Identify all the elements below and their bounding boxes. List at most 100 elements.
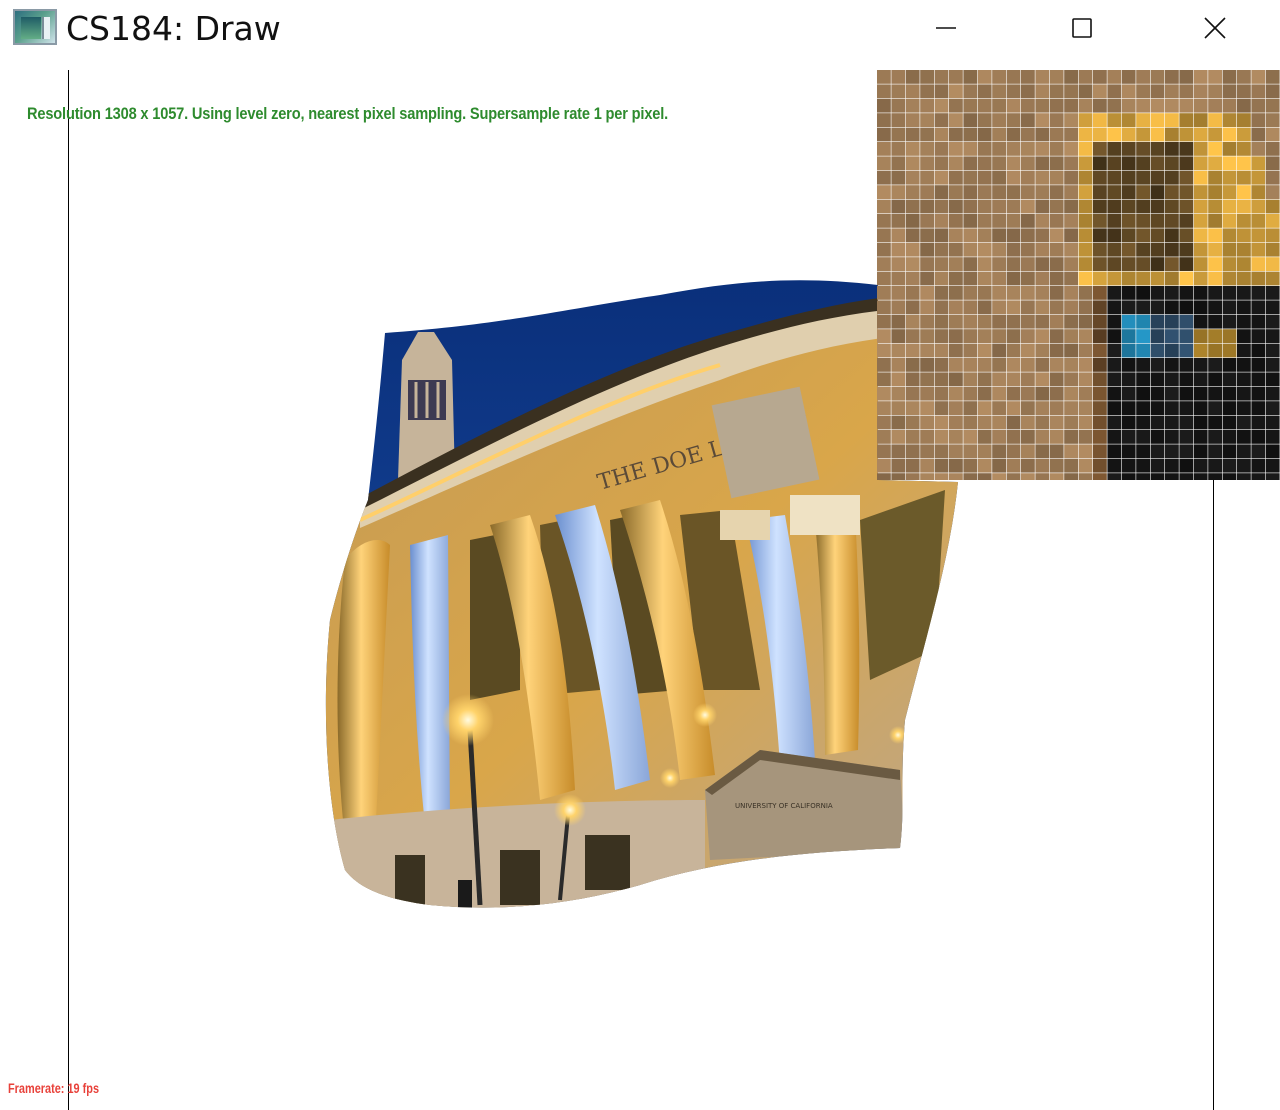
- zoom-pixel: [1121, 386, 1136, 401]
- zoom-pixel: [1107, 199, 1122, 214]
- zoom-pixel: [1078, 430, 1093, 444]
- zoom-pixel: [1237, 300, 1251, 315]
- zoom-pixel: [1021, 214, 1035, 228]
- zoom-pixel: [949, 142, 963, 156]
- zoom-pixel: [992, 214, 1006, 228]
- zoom-pixel: [963, 142, 978, 156]
- zoom-pixel: [1093, 84, 1107, 99]
- zoom-pixel: [1021, 386, 1035, 401]
- zoom-pixel: [1121, 473, 1136, 480]
- zoom-pixel: [905, 358, 920, 372]
- zoom-pixel: [1222, 242, 1237, 257]
- zoom-pixel: [1035, 199, 1050, 214]
- zoom-pixel: [934, 430, 949, 444]
- zoom-pixel: [1121, 228, 1136, 243]
- zoom-pixel: [977, 444, 992, 459]
- zoom-pixel: [877, 70, 891, 84]
- zoom-pixel: [992, 358, 1006, 372]
- zoom-pixel: [934, 98, 949, 113]
- zoom-pixel: [1193, 156, 1208, 171]
- zoom-pixel: [1136, 98, 1150, 113]
- zoom-pixel: [1064, 358, 1078, 372]
- zoom-pixel: [1165, 401, 1179, 415]
- zoom-pixel: [1021, 314, 1035, 329]
- zoom-pixel: [1150, 199, 1165, 214]
- zoom-pixel: [1136, 242, 1150, 257]
- zoom-pixel: [1078, 127, 1093, 142]
- zoom-pixel: [934, 473, 949, 480]
- zoom-pixel: [934, 84, 949, 99]
- zoom-pixel: [1165, 199, 1179, 214]
- zoom-pixel: [1064, 430, 1078, 444]
- zoom-pixel: [1093, 98, 1107, 113]
- zoom-pixel: [1208, 214, 1222, 228]
- zoom-pixel: [1179, 430, 1194, 444]
- zoom-pixel: [1193, 386, 1208, 401]
- zoom-pixel: [949, 185, 963, 199]
- zoom-pixel: [992, 401, 1006, 415]
- zoom-pixel: [1049, 444, 1064, 459]
- zoom-pixel: [1208, 343, 1222, 358]
- zoom-pixel: [1265, 170, 1280, 185]
- zoom-pixel: [1136, 358, 1150, 372]
- zoom-pixel: [1064, 257, 1078, 271]
- zoom-pixel: [992, 242, 1006, 257]
- zoom-pixel: [1049, 70, 1064, 84]
- zoom-pixel: [1078, 214, 1093, 228]
- zoom-pixel: [1237, 142, 1251, 156]
- zoom-pixel: [1006, 444, 1021, 459]
- zoom-pixel: [1078, 98, 1093, 113]
- zoom-pixel: [1237, 84, 1251, 99]
- zoom-pixel: [1179, 372, 1194, 387]
- zoom-pixel: [1006, 329, 1021, 343]
- zoom-pixel: [1179, 170, 1194, 185]
- zoom-pixel: [1035, 257, 1050, 271]
- zoom-pixel: [1078, 401, 1093, 415]
- zoom-pixel: [1093, 228, 1107, 243]
- zoom-pixel: [877, 386, 891, 401]
- zoom-pixel: [1251, 401, 1266, 415]
- zoom-pixel: [1222, 444, 1237, 459]
- zoom-pixel: [1193, 70, 1208, 84]
- zoom-pixel: [1049, 199, 1064, 214]
- zoom-pixel: [1179, 329, 1194, 343]
- zoom-pixel: [963, 386, 978, 401]
- zoom-pixel: [1193, 300, 1208, 315]
- zoom-pixel: [1049, 458, 1064, 473]
- zoom-pixel: [1006, 271, 1021, 286]
- zoom-pixel: [1049, 271, 1064, 286]
- zoom-pixel: [1251, 70, 1266, 84]
- zoom-pixel: [992, 329, 1006, 343]
- zoom-pixel: [963, 113, 978, 127]
- zoom-pixel: [920, 242, 934, 257]
- zoom-pixel: [1222, 401, 1237, 415]
- zoom-pixel: [1021, 84, 1035, 99]
- zoom-pixel: [905, 127, 920, 142]
- zoom-pixel: [934, 415, 949, 430]
- zoom-pixel: [1165, 257, 1179, 271]
- zoom-pixel: [1165, 286, 1179, 300]
- zoom-pixel: [1251, 228, 1266, 243]
- zoom-pixel: [1165, 343, 1179, 358]
- zoom-pixel: [949, 415, 963, 430]
- zoom-pixel: [1093, 257, 1107, 271]
- zoom-pixel: [1237, 242, 1251, 257]
- zoom-pixel: [1150, 271, 1165, 286]
- zoom-pixel: [1165, 271, 1179, 286]
- zoom-pixel: [1049, 358, 1064, 372]
- zoom-pixel: [1093, 242, 1107, 257]
- zoom-pixel: [1121, 70, 1136, 84]
- zoom-pixel: [891, 372, 906, 387]
- zoom-pixel: [1193, 199, 1208, 214]
- zoom-pixel: [1150, 185, 1165, 199]
- zoom-pixel: [1251, 98, 1266, 113]
- zoom-pixel: [949, 314, 963, 329]
- zoom-pixel: [1078, 415, 1093, 430]
- zoom-pixel: [1193, 127, 1208, 142]
- zoom-pixel: [1251, 156, 1266, 171]
- zoom-pixel: [877, 214, 891, 228]
- zoom-pixel: [1093, 329, 1107, 343]
- zoom-pixel: [1179, 199, 1194, 214]
- zoom-pixel: [1179, 142, 1194, 156]
- zoom-pixel: [1208, 70, 1222, 84]
